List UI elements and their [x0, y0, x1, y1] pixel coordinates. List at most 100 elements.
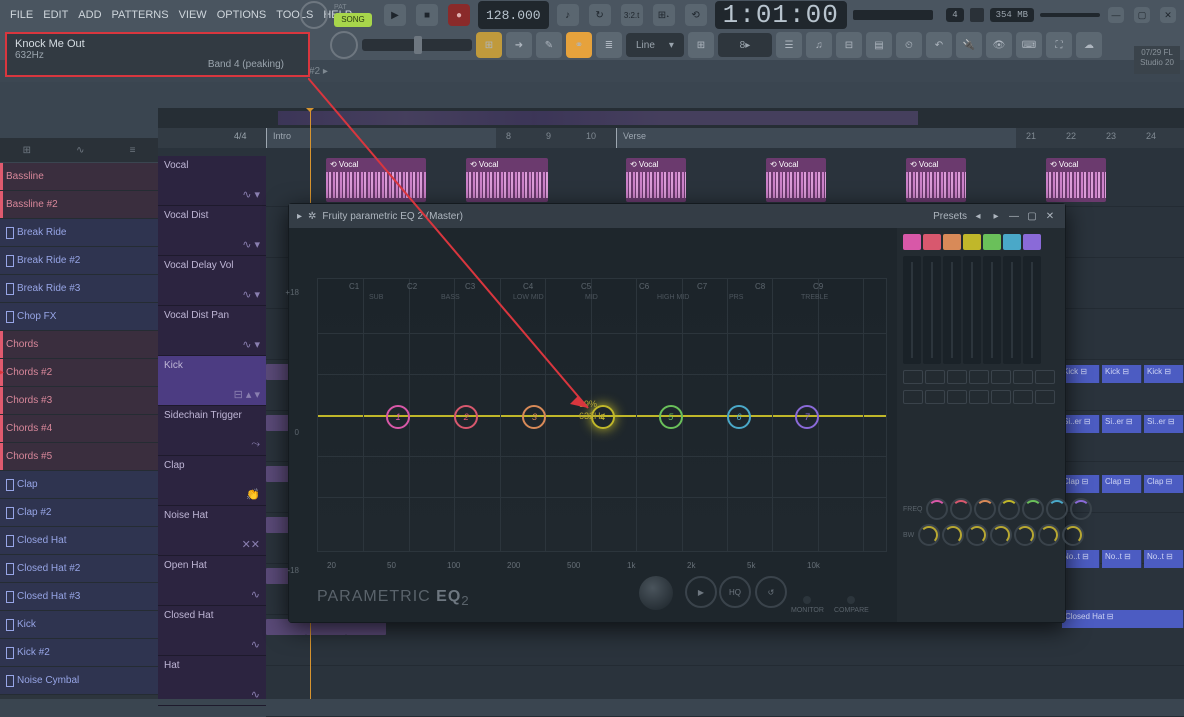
band-type-button[interactable] [1023, 234, 1041, 250]
menu-file[interactable]: FILE [6, 9, 37, 21]
band-knob[interactable] [990, 524, 1012, 546]
maximize-button[interactable]: ▢ [1134, 7, 1150, 23]
band-gain-slider[interactable] [1003, 256, 1021, 364]
eq-hq-button[interactable]: HQ [719, 576, 751, 608]
rack-item[interactable]: Chords #4 [0, 415, 158, 443]
band-gain-slider[interactable] [983, 256, 1001, 364]
song-mode-button[interactable]: SONG [334, 13, 372, 27]
channel-rack-icon[interactable]: ☰ [776, 32, 802, 58]
band-gain-slider[interactable] [963, 256, 981, 364]
pattern-clip[interactable]: Si..er ⊟ [1102, 415, 1142, 433]
gear-icon[interactable]: ✲ [308, 211, 316, 222]
rack-item[interactable]: Clap [0, 471, 158, 499]
band-knob[interactable] [1014, 524, 1036, 546]
audio-clip[interactable]: ⟲ Vocal [626, 158, 686, 202]
band-knob[interactable] [918, 524, 940, 546]
rack-item[interactable]: Chords #5 [0, 443, 158, 471]
band-type-button[interactable] [983, 234, 1001, 250]
pattern-clip[interactable]: Kick ⊟ [1144, 365, 1184, 383]
eq-reset-icon[interactable]: ↺ [755, 576, 787, 608]
paint-icon[interactable]: ✎ [536, 32, 562, 58]
audio-clip[interactable]: ⟲ Vocal [766, 158, 826, 202]
eq-band-1[interactable]: 1 [386, 405, 410, 429]
eq-close-button[interactable]: ✕ [1043, 209, 1057, 223]
rack-item[interactable]: Noise Cymbal [0, 667, 158, 695]
track-header[interactable]: Noise Hat✕✕ [158, 506, 266, 556]
band-type-button[interactable] [1003, 234, 1021, 250]
band-knob[interactable] [950, 498, 972, 520]
eq-presets-label[interactable]: Presets [933, 211, 967, 222]
band-type-button[interactable] [903, 234, 921, 250]
rack-item[interactable]: Chords #2 [0, 359, 158, 387]
link-icon[interactable]: ⚭ [566, 32, 592, 58]
bw-knob-row[interactable] [918, 524, 1086, 546]
eq-play-icon[interactable]: ▶ [685, 576, 717, 608]
close-button[interactable]: ✕ [1160, 7, 1176, 23]
marker[interactable]: Verse [616, 128, 1016, 148]
pattern-clip[interactable]: Closed Hat ⊟ [1062, 610, 1184, 628]
track-header[interactable]: Closed Hat∿ [158, 606, 266, 656]
eq-band-6[interactable]: 6 [727, 405, 751, 429]
band-knob[interactable] [926, 498, 948, 520]
snap-selector[interactable]: Line ▾ [626, 33, 684, 57]
pitch-knob[interactable] [330, 31, 358, 59]
eq-plugin-window[interactable]: ▸ ✲ Fruity parametric EQ 2 (Master) Pres… [288, 203, 1066, 623]
eq-band-2[interactable]: 2 [454, 405, 478, 429]
compare-label[interactable]: COMPARE [834, 607, 869, 614]
eq-titlebar[interactable]: ▸ ✲ Fruity parametric EQ 2 (Master) Pres… [289, 204, 1065, 228]
pattern-clip[interactable]: Clap ⊟ [1060, 475, 1100, 493]
undo-icon[interactable]: ↶ [926, 32, 952, 58]
pattern-button[interactable]: ➜ [506, 32, 532, 58]
piano-roll-icon[interactable]: ♫ [806, 32, 832, 58]
pattern-clip[interactable]: Kick ⊟ [1060, 365, 1100, 383]
rack-mode-switch[interactable]: ⊞∿≡ [0, 138, 158, 162]
rack-item[interactable]: Closed Hat #2 [0, 555, 158, 583]
band-knob[interactable] [974, 498, 996, 520]
pattern-clip[interactable]: Si..er ⊟ [1144, 415, 1184, 433]
rack-item[interactable]: Kick [0, 611, 158, 639]
record-button[interactable]: ● [448, 4, 470, 26]
rack-item[interactable]: Kick #2 [0, 639, 158, 667]
marker[interactable]: Intro [266, 128, 496, 148]
band-type-button[interactable] [943, 234, 961, 250]
eq-min-button[interactable]: — [1007, 209, 1021, 223]
band-enable-row[interactable] [903, 390, 1059, 404]
song-position-display[interactable]: 1:01:00 [715, 1, 847, 29]
plugin-icon[interactable]: 🔌 [956, 32, 982, 58]
minimize-button[interactable]: — [1108, 7, 1124, 23]
pattern-number[interactable]: 8 ▸ [718, 33, 772, 57]
grid-icon[interactable]: ⊞ [688, 32, 714, 58]
audio-clip[interactable]: ⟲ Vocal [906, 158, 966, 202]
band-knob[interactable] [998, 498, 1020, 520]
pattern-clip[interactable]: No..t ⊟ [1144, 550, 1184, 568]
track-header[interactable]: Vocal∿ ▾ [158, 156, 266, 206]
pattern-clip[interactable]: Clap ⊟ [1102, 475, 1142, 493]
step-edit-icon[interactable]: ⊞˖ [653, 4, 675, 26]
rack-item[interactable]: Break Ride #2 [0, 247, 158, 275]
band-knob[interactable] [1070, 498, 1092, 520]
stack-icon[interactable]: ≣ [596, 32, 622, 58]
time-display-small[interactable]: 3:2.t [621, 4, 643, 26]
eq-max-button[interactable]: ▢ [1025, 209, 1039, 223]
band-type-row[interactable] [903, 234, 1059, 250]
band-gain-slider[interactable] [1023, 256, 1041, 364]
rack-item[interactable]: Break Ride #3 [0, 275, 158, 303]
eq-band-5[interactable]: 5 [659, 405, 683, 429]
rack-item[interactable]: Chords [0, 331, 158, 359]
close-all-icon[interactable]: ⛶ [1046, 32, 1072, 58]
eq-band-7[interactable]: 7 [795, 405, 819, 429]
rack-item[interactable]: Closed Hat #3 [0, 583, 158, 611]
menu-add[interactable]: ADD [74, 9, 105, 21]
track-header[interactable]: Kick⊟ ▴ ▾ [158, 356, 266, 406]
pattern-clip[interactable]: Kick ⊟ [1102, 365, 1142, 383]
track-header[interactable]: Open Hat∿ [158, 556, 266, 606]
horizontal-slider[interactable] [362, 39, 472, 51]
eq-band-3[interactable]: 3 [522, 405, 546, 429]
band-gain-slider[interactable] [903, 256, 921, 364]
rack-item[interactable]: Chop FX [0, 303, 158, 331]
pattern-clip[interactable]: No..t ⊟ [1102, 550, 1142, 568]
band-order-row[interactable] [903, 370, 1059, 384]
band-knob[interactable] [966, 524, 988, 546]
eq-output-knob[interactable] [639, 576, 673, 610]
band-knob[interactable] [1038, 524, 1060, 546]
